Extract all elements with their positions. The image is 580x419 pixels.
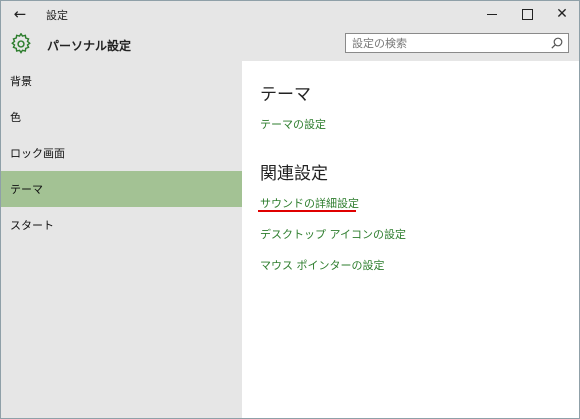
sidebar-item-label: スタート [10,219,54,232]
minimize-icon [487,13,497,15]
sidebar-item-label: テーマ [10,183,43,196]
maximize-icon [521,8,533,20]
back-arrow-icon: ← [13,5,27,23]
page-header: パーソナル設定 [1,27,579,61]
back-button[interactable]: ← [10,4,30,24]
gear-icon [11,33,31,54]
sidebar-item-label: ロック画面 [10,147,65,160]
sidebar: 背景 色 ロック画面 テーマ スタート [1,61,242,418]
main-content: テーマ テーマの設定 関連設定 サウンドの詳細設定 デスクトップ アイコンの設定… [242,61,579,418]
theme-heading: テーマ [260,85,311,105]
related-settings-heading: 関連設定 [260,164,328,184]
sidebar-item-color[interactable]: 色 [1,99,242,135]
search-input[interactable] [346,34,548,52]
annotation-underline [258,210,356,212]
sidebar-item-label: 色 [10,111,21,124]
sidebar-item-themes[interactable]: テーマ [1,171,242,207]
mouse-pointer-settings-link[interactable]: マウス ポインターの設定 [260,257,385,273]
maximize-button[interactable] [510,1,544,27]
close-button[interactable]: ✕ [545,1,579,27]
sidebar-item-background[interactable]: 背景 [1,63,242,99]
page-title: パーソナル設定 [47,39,132,53]
theme-settings-link[interactable]: テーマの設定 [260,116,326,132]
search-icon[interactable] [550,36,564,50]
sidebar-item-start[interactable]: スタート [1,207,242,243]
minimize-button[interactable] [475,1,509,27]
title-bar: ← 設定 ✕ [1,1,579,27]
desktop-icon-settings-link[interactable]: デスクトップ アイコンの設定 [260,226,406,242]
sidebar-item-lock-screen[interactable]: ロック画面 [1,135,242,171]
close-icon: ✕ [556,6,568,22]
settings-window: ← 設定 ✕ パーソナル設定 設定の検索 背景 色 ロック画面 テーマ スタート… [0,0,580,419]
search-box[interactable] [345,33,569,53]
app-title: 設定 [46,9,68,22]
advanced-sound-settings-link[interactable]: サウンドの詳細設定 [260,195,359,211]
sidebar-item-label: 背景 [10,75,32,88]
